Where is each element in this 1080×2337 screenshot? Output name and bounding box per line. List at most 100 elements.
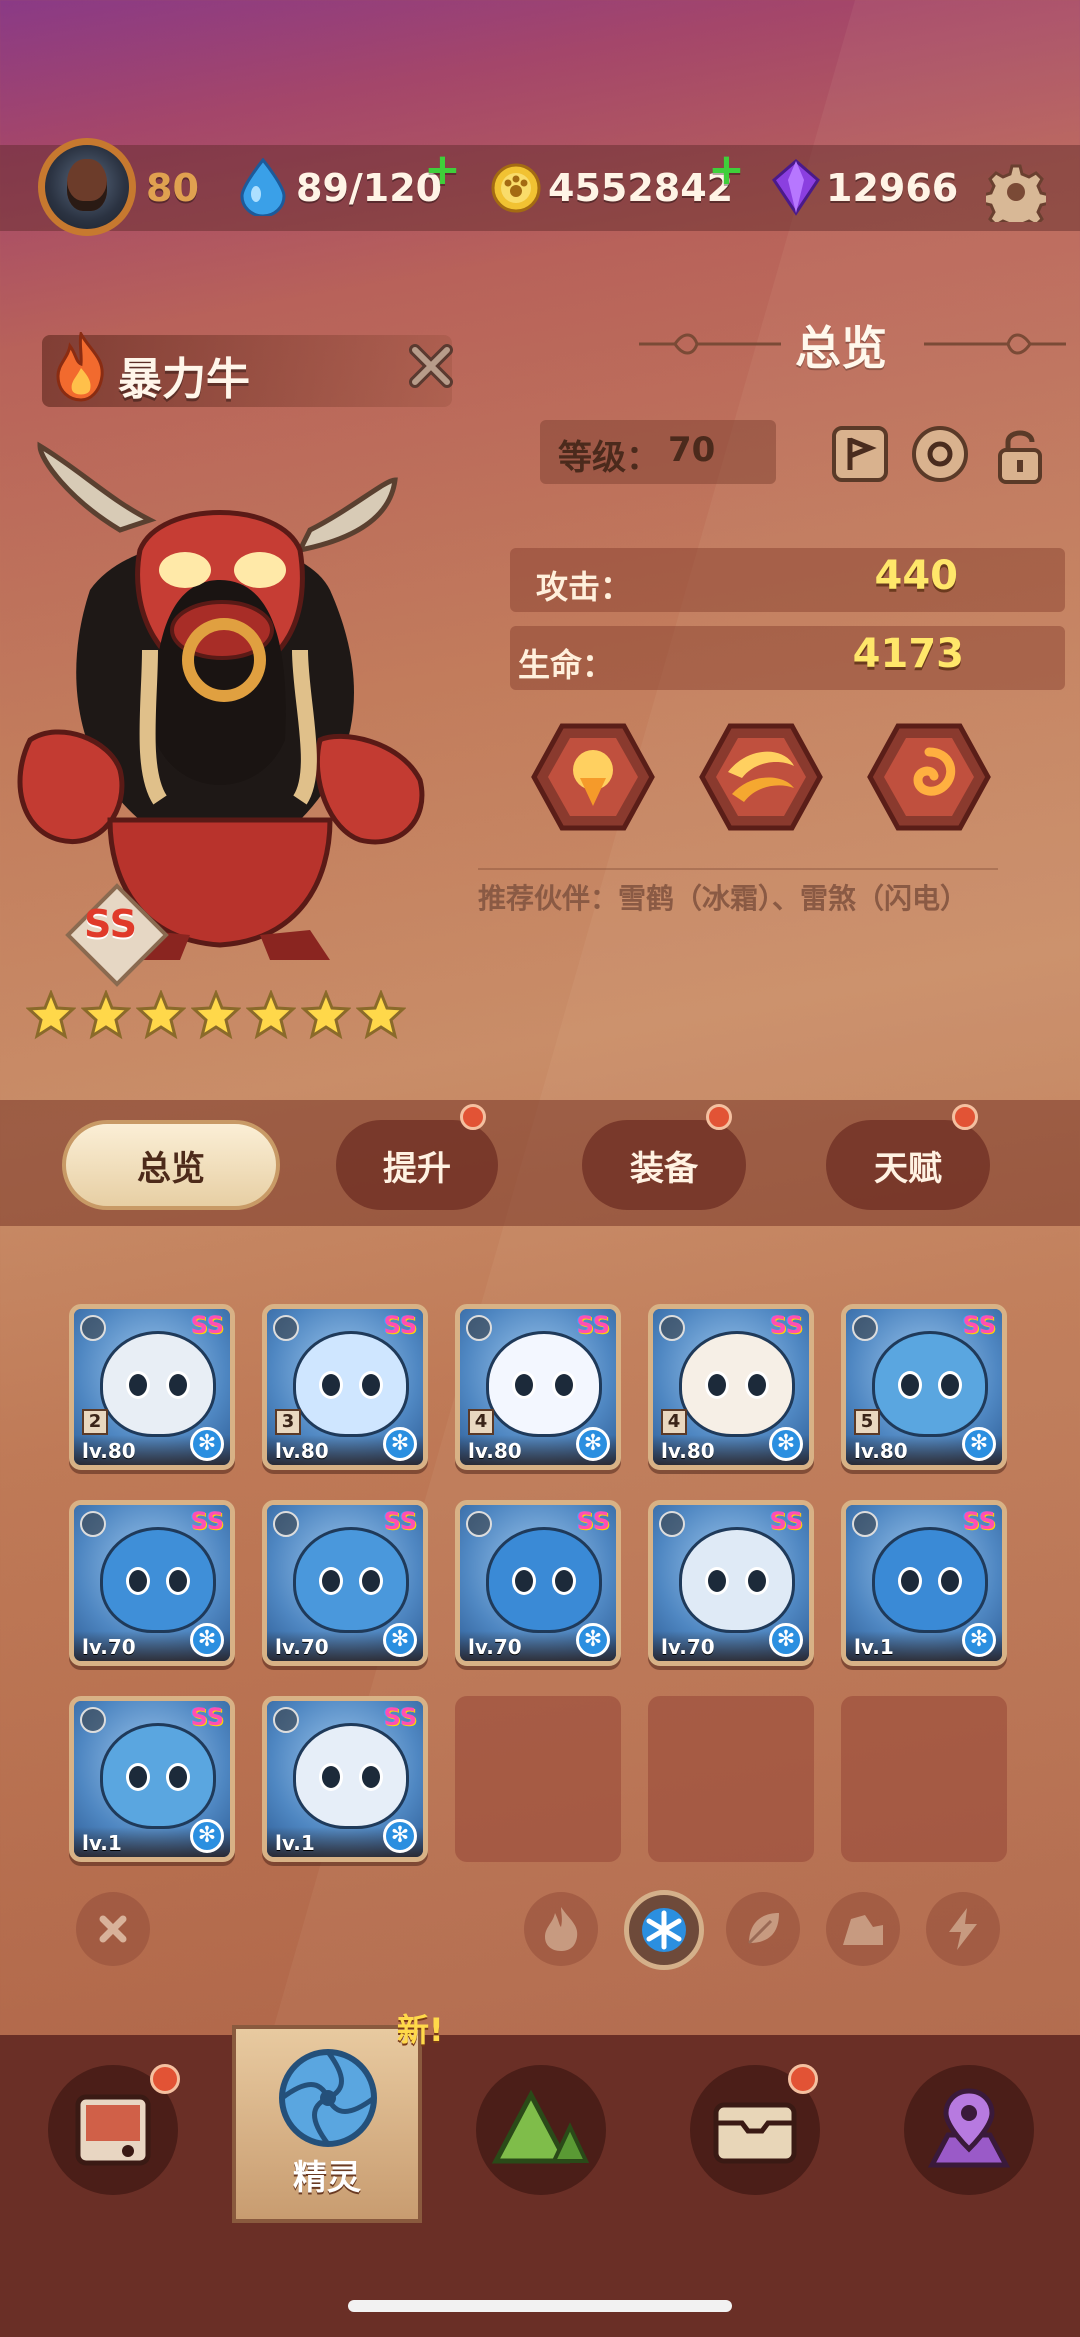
earth-icon (843, 1915, 883, 1945)
card-rank: SS (383, 1703, 418, 1731)
ice-element-icon: ✻ (769, 1427, 803, 1461)
nav-location-button[interactable] (904, 2065, 1034, 2195)
card-level: lv.1 (854, 1635, 894, 1659)
lock-icon (273, 1511, 299, 1537)
tab-upgrade[interactable]: 提升 (336, 1120, 498, 1210)
ice-element-icon: ✻ (190, 1427, 224, 1461)
lock-icon (852, 1511, 878, 1537)
spirit-card[interactable]: SS lv.70 ✻ (455, 1500, 621, 1666)
spirit-portrait (486, 1527, 602, 1633)
portrait-eye (552, 1567, 576, 1595)
spirit-card[interactable]: SS lv.70 ✻ (262, 1500, 428, 1666)
close-icon[interactable] (405, 340, 457, 392)
skill-hex-2[interactable] (698, 722, 824, 832)
portrait-eye (166, 1763, 190, 1791)
card-level: lv.80 (468, 1439, 522, 1463)
spirit-portrait (293, 1527, 409, 1633)
settings-gear-icon[interactable] (986, 162, 1046, 222)
spirit-card[interactable]: SS 5 lv.80 ✻ (841, 1304, 1007, 1470)
lock-icon (273, 1315, 299, 1341)
spirit-card[interactable]: SS 3 lv.80 ✻ (262, 1304, 428, 1470)
ice-element-icon: ✻ (769, 1623, 803, 1657)
coin-icon (491, 163, 541, 213)
lock-icon (80, 1315, 106, 1341)
spirit-card[interactable]: SS lv.1 ✻ (69, 1696, 235, 1862)
portrait-eye (512, 1567, 536, 1595)
spirit-card[interactable]: SS 4 lv.80 ✻ (455, 1304, 621, 1470)
coin-value: 4552842 (548, 166, 734, 210)
card-rank: SS (962, 1311, 997, 1339)
portrait-eye (512, 1371, 536, 1399)
ice-icon (642, 1908, 686, 1952)
panel-title: 总览 (795, 321, 887, 375)
spirit-card[interactable]: SS 4 lv.80 ✻ (648, 1304, 814, 1470)
spirit-card[interactable]: SS lv.70 ✻ (648, 1500, 814, 1666)
title-ornament-right (924, 333, 1066, 355)
player-avatar[interactable] (38, 138, 136, 236)
ice-filter-button[interactable] (624, 1890, 704, 1970)
fire-icon (545, 1907, 578, 1951)
portrait-eye (745, 1567, 769, 1595)
card-count: 4 (661, 1409, 687, 1435)
clear-filter-button[interactable] (76, 1892, 150, 1966)
fire-filter-button[interactable] (524, 1892, 598, 1966)
lock-icon (852, 1315, 878, 1341)
portrait-eye (126, 1371, 150, 1399)
tab-overview[interactable]: 总览 (62, 1120, 280, 1210)
portrait-eye (552, 1371, 576, 1399)
spirit-card[interactable]: SS lv.1 ✻ (841, 1500, 1007, 1666)
lock-button[interactable] (990, 424, 1050, 486)
upgrade-badge (460, 1104, 486, 1130)
nav-map-button[interactable] (476, 2065, 606, 2195)
ice-element-icon: ✻ (962, 1427, 996, 1461)
spirit-card[interactable]: SS 2 lv.80 ✻ (69, 1304, 235, 1470)
skill-hex-1[interactable] (530, 722, 656, 832)
star-icon (81, 990, 131, 1040)
spirit-card[interactable]: SS lv.1 ✻ (262, 1696, 428, 1862)
hp-value: 4173 (852, 631, 964, 677)
level-label: 等级： (558, 438, 660, 478)
energy-drop-icon (240, 158, 286, 216)
portrait-eye (745, 1371, 769, 1399)
portrait-eye (166, 1371, 190, 1399)
lock-icon (659, 1315, 685, 1341)
card-level: lv.80 (82, 1439, 136, 1463)
card-level: lv.1 (82, 1831, 122, 1855)
energy-add-button[interactable]: + (424, 144, 461, 195)
leaf-filter-button[interactable] (726, 1892, 800, 1966)
player-level: 80 (146, 166, 199, 210)
star-icon (246, 990, 296, 1040)
spirit-card[interactable]: SS lv.70 ✻ (69, 1500, 235, 1666)
spirit-portrait (293, 1331, 409, 1437)
ice-element-icon: ✻ (383, 1819, 417, 1853)
ice-element-icon: ✻ (383, 1427, 417, 1461)
lightning-filter-button[interactable] (926, 1892, 1000, 1966)
card-count: 5 (854, 1409, 880, 1435)
title-ornament-left (639, 333, 781, 355)
flag-button[interactable] (832, 426, 888, 482)
coin-add-button[interactable]: + (708, 144, 745, 195)
divider (478, 868, 998, 870)
earth-filter-button[interactable] (826, 1892, 900, 1966)
portrait-eye (898, 1371, 922, 1399)
book-badge (150, 2064, 180, 2094)
attack-label: 攻击： (536, 568, 633, 606)
portrait-eye (705, 1567, 729, 1595)
spirit-portrait (100, 1723, 216, 1829)
circle-button[interactable] (912, 426, 968, 482)
level-value: 70 (668, 430, 716, 470)
card-level: lv.80 (275, 1439, 329, 1463)
mountain-icon (491, 2089, 590, 2164)
skill-hex-3[interactable] (866, 722, 992, 832)
card-level: lv.80 (854, 1439, 908, 1463)
tab-equipment[interactable]: 装备 (582, 1120, 746, 1210)
spirit-portrait (100, 1527, 216, 1633)
spirit-portrait (872, 1331, 988, 1437)
recommended-partners: 推荐伙伴：雪鹤（冰霜）、雷煞（闪电） (478, 882, 969, 915)
empty-slot (648, 1696, 814, 1862)
card-rank: SS (190, 1311, 225, 1339)
portrait-eye (126, 1763, 150, 1791)
tab-talent[interactable]: 天赋 (826, 1120, 990, 1210)
empty-slot (841, 1696, 1007, 1862)
equipment-badge (706, 1104, 732, 1130)
